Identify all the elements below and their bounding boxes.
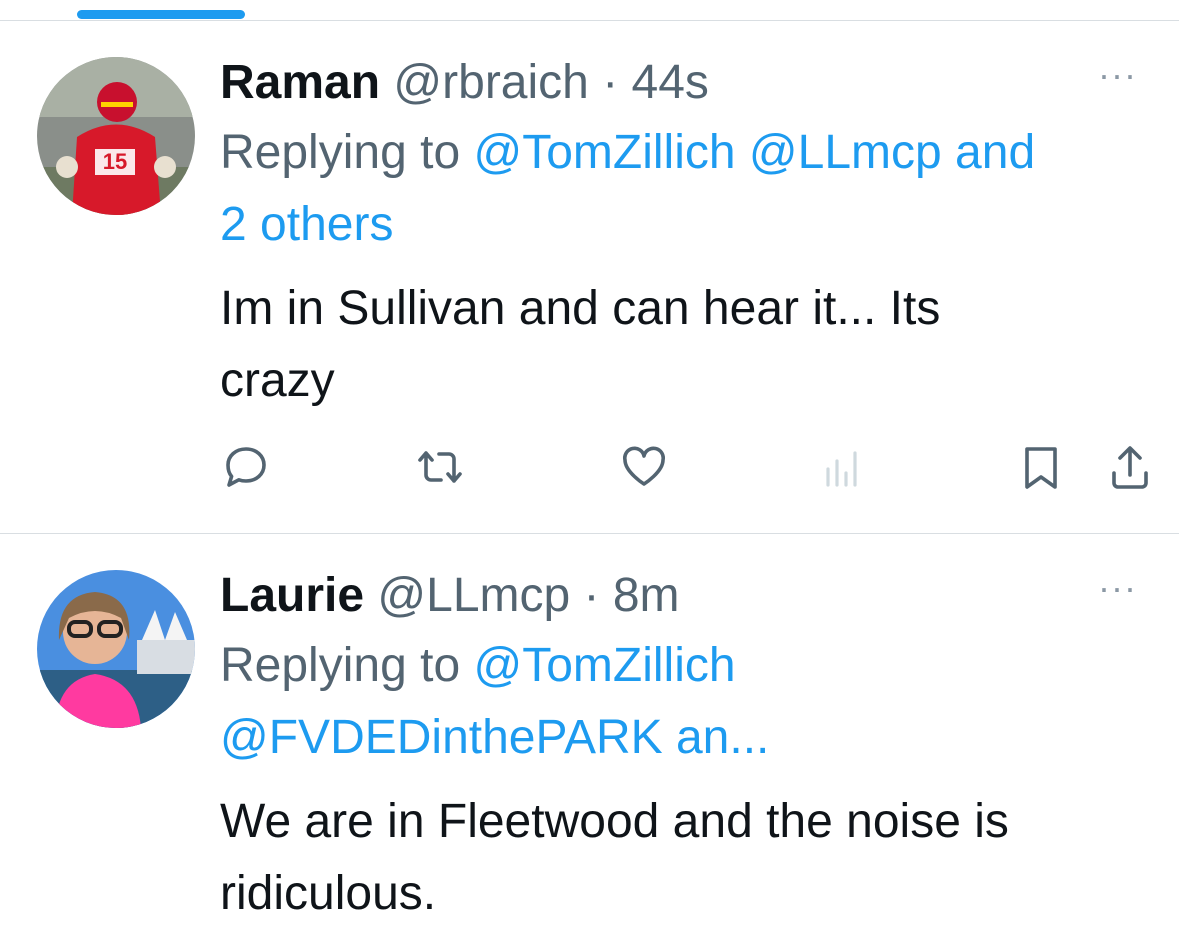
replying-prefix: Replying to: [220, 639, 461, 692]
tweet-text-line: Im in Sullivan and can hear it... Its: [220, 282, 941, 335]
more-options-icon[interactable]: ···: [1098, 57, 1137, 93]
mention-others-link[interactable]: 2 others: [220, 198, 393, 251]
tweet-text-line: ridiculous.: [220, 867, 437, 920]
tweet[interactable]: Laurie @LLmcp · 8m Replying to @TomZilli…: [0, 534, 1179, 950]
timestamp[interactable]: 8m: [613, 569, 680, 622]
tweet-content: Raman @rbraich · 44s Replying to @TomZil…: [220, 55, 1140, 417]
mention-link[interactable]: @TomZillich: [473, 639, 735, 692]
tweet-text: We are in Fleetwood and the noise is rid…: [220, 786, 1140, 930]
replying-to: Replying to @TomZillich @FVDEDinthePARK …: [220, 630, 1140, 774]
svg-text:15: 15: [103, 149, 127, 174]
tweet-text-line: crazy: [220, 354, 335, 407]
separator: ·: [583, 569, 600, 622]
author-handle[interactable]: @LLmcp: [377, 569, 570, 622]
mention-link[interactable]: @TomZillich: [473, 126, 735, 179]
timestamp[interactable]: 44s: [632, 56, 709, 109]
views-icon[interactable]: [818, 441, 870, 493]
tweet-actions: [220, 441, 1150, 501]
retweet-icon[interactable]: [414, 441, 466, 493]
mention-and[interactable]: and: [955, 126, 1035, 179]
author-name[interactable]: Raman: [220, 56, 380, 109]
avatar[interactable]: 15: [37, 57, 195, 215]
mention-link[interactable]: @LLmcp: [749, 126, 942, 179]
separator: ·: [602, 56, 619, 109]
tweet[interactable]: 15 Raman @rbraich · 44s Replying to @Tom…: [0, 21, 1179, 534]
tab-bar: [0, 0, 1179, 21]
mention-link[interactable]: @FVDEDinthePARK an...: [220, 711, 769, 764]
avatar[interactable]: [37, 570, 195, 728]
replying-to: Replying to @TomZillich @LLmcp and 2 oth…: [220, 117, 1140, 261]
tweet-header: Laurie @LLmcp · 8m: [220, 568, 1140, 624]
active-tab-indicator: [77, 10, 245, 19]
tweet-header: Raman @rbraich · 44s: [220, 55, 1140, 111]
tweet-content: Laurie @LLmcp · 8m Replying to @TomZilli…: [220, 568, 1140, 930]
author-handle[interactable]: @rbraich: [393, 56, 588, 109]
tweet-text-line: We are in Fleetwood and the noise is: [220, 795, 1009, 848]
tweet-text: Im in Sullivan and can hear it... Its cr…: [220, 273, 1140, 417]
reply-icon[interactable]: [220, 441, 272, 493]
bookmark-icon[interactable]: [1015, 441, 1067, 493]
share-icon[interactable]: [1104, 441, 1156, 493]
replying-prefix: Replying to: [220, 126, 461, 179]
like-icon[interactable]: [618, 441, 670, 493]
author-name[interactable]: Laurie: [220, 569, 364, 622]
more-options-icon[interactable]: ···: [1098, 570, 1137, 606]
